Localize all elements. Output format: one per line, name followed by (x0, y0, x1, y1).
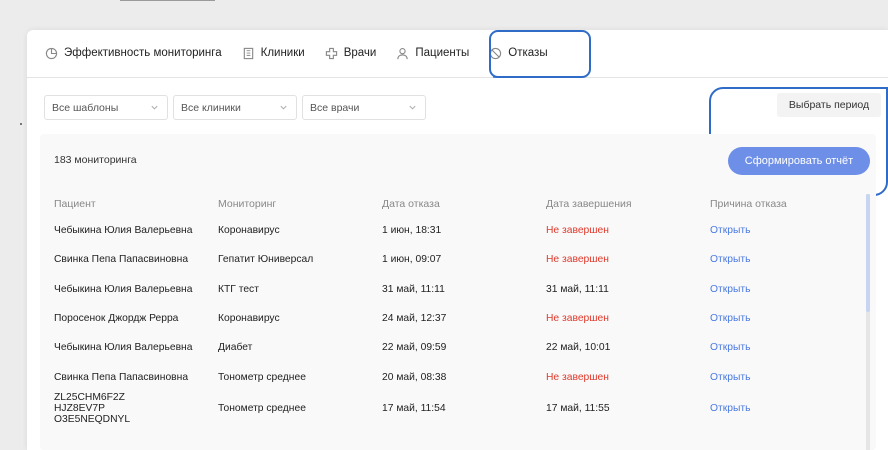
reports-card: Эффективность мониторинга Клиники Врачи … (27, 30, 888, 450)
table-row: ZL25CHM6F2Z HJZ8EV7P O3E5NEQDNYL Тономет… (54, 392, 820, 425)
refusal-date: 1 июн, 18:31 (382, 225, 442, 237)
table-row: Поросенок Джордж Рерра Коронавирус 24 ма… (54, 304, 820, 333)
open-reason-link[interactable]: Открыть (710, 392, 820, 425)
chart-icon (45, 47, 58, 59)
column-header-refusal-reason: Причина отказа (710, 198, 787, 210)
completion-status: Не завершен (546, 371, 609, 383)
scrollbar-thumb[interactable] (866, 194, 870, 312)
monitoring-name: Тонометр среднее (218, 402, 306, 414)
open-reason-link[interactable]: Открыть (710, 362, 820, 391)
tabs-divider (27, 77, 888, 78)
completion-date: 22 май, 10:01 (546, 342, 611, 354)
column-header-completion-date: Дата завершения (546, 198, 632, 210)
table-row: Чебыкина Юлия Валерьевна Диабет 22 май, … (54, 333, 820, 362)
table-header-row: Пациент Мониторинг Дата отказа Дата заве… (54, 198, 820, 216)
tab-label: Эффективность мониторинга (64, 47, 222, 59)
table-row: Свинка Пепа Папасвиновна Тонометр средне… (54, 362, 820, 391)
refusal-date: 24 май, 12:37 (382, 313, 447, 325)
tab-label: Клиники (260, 47, 305, 59)
monitoring-count: 183 мониторинга (54, 154, 137, 166)
open-reason-link[interactable]: Открыть (710, 304, 820, 333)
select-value: Все врачи (310, 101, 360, 114)
patient-name-text: ZL25CHM6F2Z HJZ8EV7P O3E5NEQDNYL (54, 391, 131, 425)
medical-cross-icon (325, 47, 337, 59)
refusals-table: Пациент Мониторинг Дата отказа Дата заве… (54, 198, 820, 425)
patient-name: Свинка Пепа Папасвиновна (54, 254, 189, 266)
patient-name: Чебыкина Юлия Валерьевна (54, 342, 193, 354)
column-header-patient: Пациент (54, 198, 96, 210)
completion-date: 17 май, 11:55 (546, 402, 610, 414)
patient-name: Поросенок Джордж Рерра (54, 313, 179, 325)
doctor-filter-select[interactable]: Все врачи (302, 95, 426, 120)
top-line-divider (120, 0, 215, 1)
completion-status: Не завершен (546, 254, 609, 266)
building-icon (243, 47, 253, 59)
open-reason-link[interactable]: Открыть (710, 245, 820, 274)
person-icon (397, 47, 409, 59)
select-value: Все шаблоны (52, 101, 119, 114)
patient-name: ZL25CHM6F2Z HJZ8EV7P O3E5NEQDNYL (54, 392, 218, 425)
refusal-date: 1 июн, 09:07 (382, 254, 442, 266)
monitoring-name: Диабет (218, 342, 253, 354)
monitoring-name: КТГ тест (218, 283, 259, 295)
highlight-annotation-tab (489, 30, 591, 78)
tab-label: Врачи (343, 47, 377, 59)
filter-bar: Все шаблоны Все клиники Все врачи (44, 95, 431, 120)
open-reason-link[interactable]: Открыть (710, 216, 820, 245)
refusal-date: 22 май, 09:59 (382, 342, 447, 354)
tab-label: Пациенты (415, 47, 470, 59)
tab-patients[interactable]: Пациенты (396, 47, 469, 60)
open-reason-link[interactable]: Открыть (710, 275, 820, 304)
completion-status: Не завершен (546, 313, 609, 325)
stray-dot (20, 123, 22, 125)
table-row: Чебыкина Юлия Валерьевна КТГ тест 31 май… (54, 275, 820, 304)
monitoring-name: Тонометр среднее (218, 371, 306, 383)
patient-name: Свинка Пепа Папасвиновна (54, 371, 189, 383)
chevron-down-icon (409, 105, 416, 110)
refusal-date: 20 май, 08:38 (382, 371, 447, 383)
template-filter-select[interactable]: Все шаблоны (44, 95, 168, 120)
tab-monitoring-efficiency[interactable]: Эффективность мониторинга (45, 47, 222, 60)
monitoring-name: Коронавирус (218, 225, 280, 237)
refusal-date: 17 май, 11:54 (382, 402, 446, 414)
refusal-date: 31 май, 11:11 (382, 283, 445, 295)
open-reason-link[interactable]: Открыть (710, 333, 820, 362)
patient-name: Чебыкина Юлия Валерьевна (54, 283, 193, 295)
chevron-down-icon (280, 105, 287, 110)
tab-clinics[interactable]: Клиники (242, 47, 305, 60)
refusals-panel: 183 мониторинга Сформировать отчёт Пацие… (40, 134, 876, 450)
completion-date: 31 май, 11:11 (546, 283, 609, 295)
monitoring-name: Гепатит Юниверсал (218, 254, 314, 266)
generate-report-button[interactable]: Сформировать отчёт (728, 147, 870, 175)
table-row: Свинка Пепа Папасвиновна Гепатит Юниверс… (54, 245, 820, 274)
monitoring-name: Коронавирус (218, 313, 280, 325)
patient-name: Чебыкина Юлия Валерьевна (54, 225, 193, 237)
clinic-filter-select[interactable]: Все клиники (173, 95, 297, 120)
column-header-monitoring: Мониторинг (218, 198, 277, 210)
tab-doctors[interactable]: Врачи (325, 47, 377, 60)
select-value: Все клиники (181, 101, 241, 114)
table-row: Чебыкина Юлия Валерьевна Коронавирус 1 и… (54, 216, 820, 245)
chevron-down-icon (151, 105, 158, 110)
completion-status: Не завершен (546, 225, 609, 237)
column-header-refusal-date: Дата отказа (382, 198, 440, 210)
